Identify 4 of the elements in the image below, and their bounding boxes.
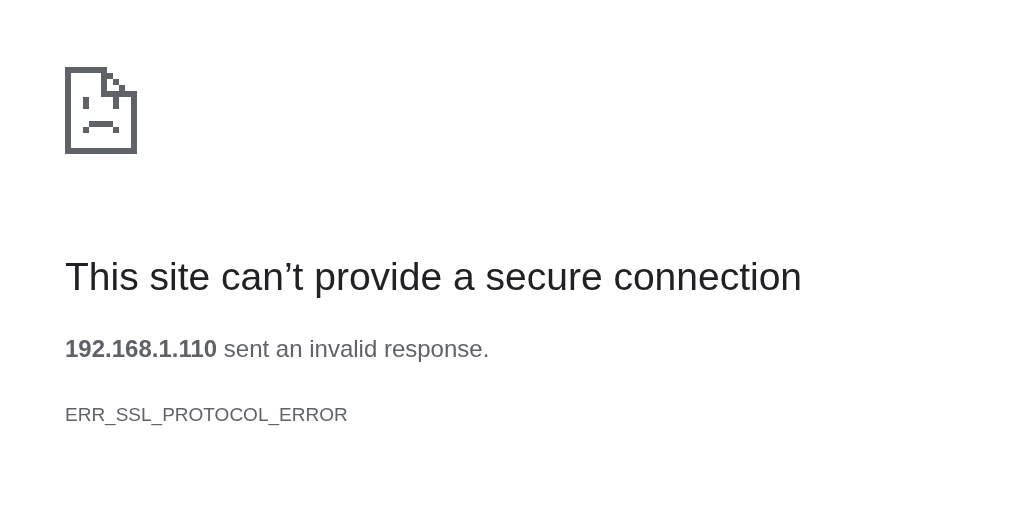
- error-heading: This site can’t provide a secure connection: [65, 254, 803, 300]
- error-message: 192.168.1.110 sent an invalid response.: [65, 334, 490, 364]
- sad-document-icon: [65, 67, 137, 154]
- error-code: ERR_SSL_PROTOCOL_ERROR: [65, 404, 348, 426]
